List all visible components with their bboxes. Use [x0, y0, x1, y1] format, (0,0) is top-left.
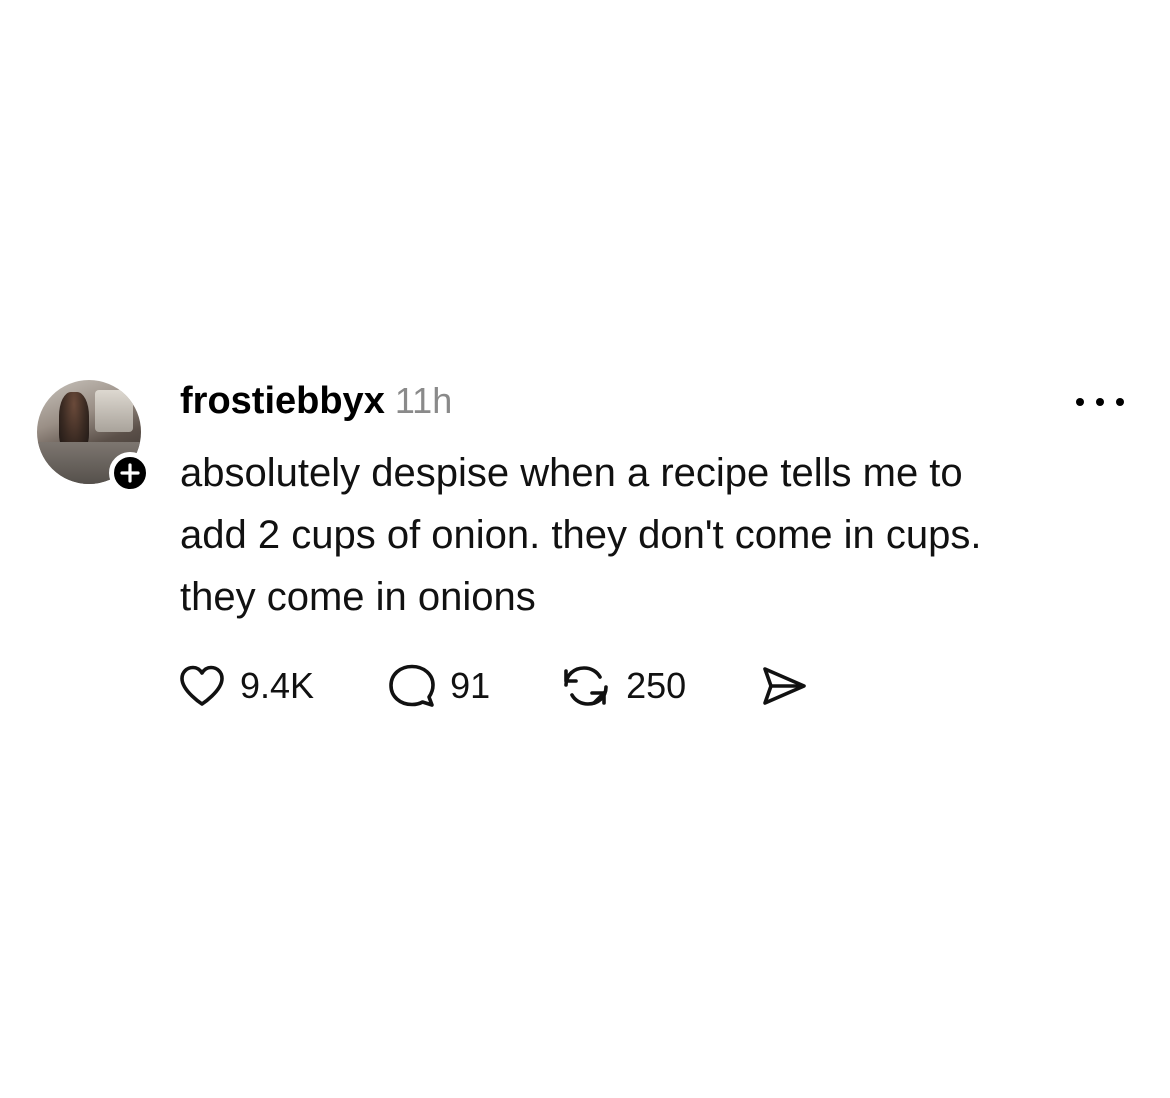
ellipsis-dot [1096, 398, 1104, 406]
avatar-container[interactable] [37, 380, 151, 494]
ellipsis-dot [1076, 398, 1084, 406]
speech-bubble-icon [389, 664, 435, 707]
heart-icon [180, 665, 224, 706]
share-button[interactable] [760, 664, 808, 708]
repost-arrows-icon [564, 666, 608, 706]
follow-button[interactable] [109, 452, 151, 494]
action-bar: 9.4K 91 250 [178, 660, 808, 712]
repost-count: 250 [626, 665, 687, 706]
post-text-line: add 2 cups of onion. they don't come in … [180, 513, 982, 557]
post-header: frostiebbyx 11h [180, 380, 452, 430]
thread-post: frostiebbyx 11h absolutely despise when … [0, 0, 1170, 1098]
reply-button[interactable]: 91 [388, 663, 490, 709]
post-text-line: they come in onions [180, 575, 536, 619]
ellipsis-dot [1116, 398, 1124, 406]
like-count: 9.4K [240, 665, 315, 706]
post-timestamp: 11h [394, 380, 453, 421]
like-button[interactable]: 9.4K [178, 664, 314, 708]
avatar-background-window [95, 390, 133, 432]
more-options-button[interactable] [1076, 390, 1124, 414]
plus-icon [120, 463, 140, 483]
username[interactable]: frostiebbyx [180, 380, 385, 423]
repost-button[interactable]: 250 [560, 663, 686, 709]
reply-count: 91 [450, 665, 491, 706]
post-text: absolutely despise when a recipe tells m… [180, 442, 1140, 628]
post-text-line: absolutely despise when a recipe tells m… [180, 451, 963, 495]
send-icon [763, 667, 806, 705]
